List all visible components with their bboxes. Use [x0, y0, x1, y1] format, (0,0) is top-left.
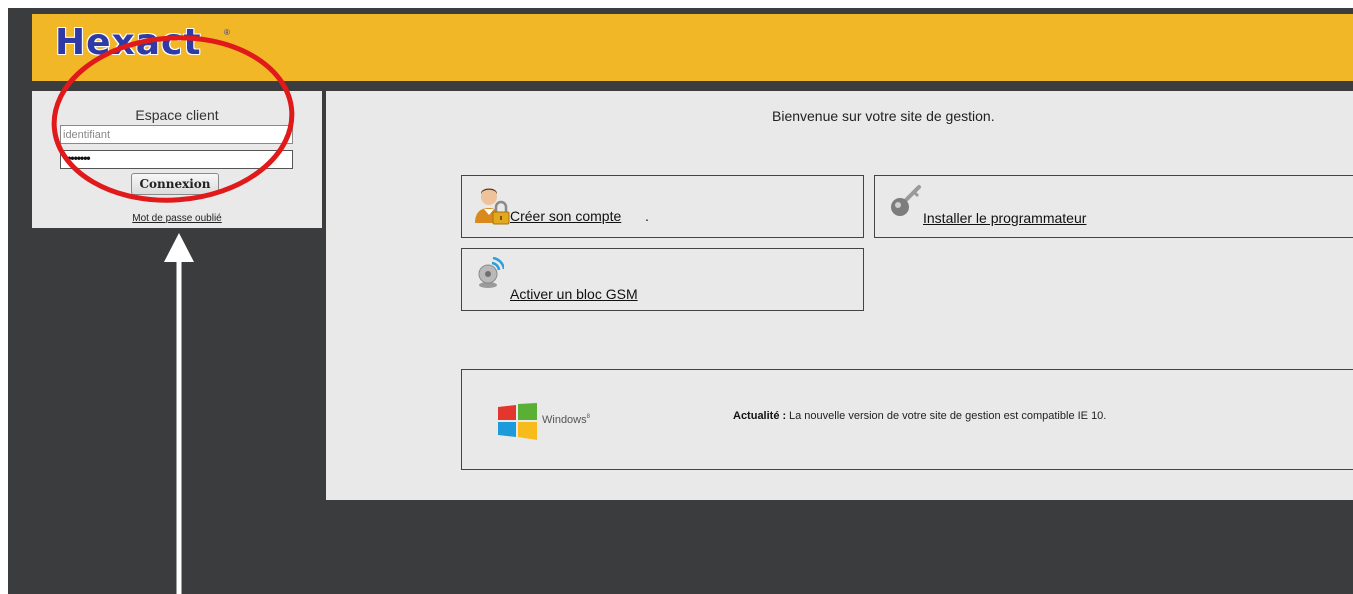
news-text: La nouvelle version de votre site de ges…: [789, 410, 1107, 422]
username-input[interactable]: [60, 125, 293, 144]
news-box: Windows8 Actualité : La nouvelle version…: [461, 369, 1353, 470]
login-button[interactable]: Connexion: [131, 173, 219, 195]
site-header: [32, 14, 1353, 81]
key-icon: [891, 185, 921, 216]
gsm-signal-icon: [478, 257, 504, 288]
windows-version: 8: [586, 414, 590, 420]
windows8-logo-text: Windows8: [542, 414, 590, 426]
create-account-link[interactable]: Créer son compte: [510, 208, 621, 224]
main-panel: Bienvenue sur votre site de gestion. Cré…: [326, 91, 1353, 500]
user-lock-icon: [475, 188, 510, 225]
create-account-box[interactable]: Créer son compte.: [461, 175, 864, 238]
login-title: Espace client: [135, 107, 219, 123]
create-account-label: Créer son compte: [510, 208, 622, 224]
password-input[interactable]: [60, 150, 293, 169]
windows8-logo-icon: [498, 403, 537, 440]
news-label: Actualité :: [733, 410, 787, 422]
welcome-message: Bienvenue sur votre site de gestion.: [772, 108, 995, 124]
activate-gsm-box[interactable]: Activer un bloc GSM: [461, 248, 864, 311]
install-programmer-link[interactable]: Installer le programmateur: [923, 210, 1086, 226]
create-account-suffix: .: [645, 208, 649, 224]
activate-gsm-link[interactable]: Activer un bloc GSM: [510, 286, 638, 302]
install-programmer-box[interactable]: Installer le programmateur: [874, 175, 1353, 238]
logo-registered-mark: ®: [224, 28, 230, 37]
hexact-logo[interactable]: Hexact: [55, 22, 202, 63]
windows-word: Windows: [542, 414, 587, 426]
forgot-password-link[interactable]: Mot de passe oublié: [32, 213, 322, 224]
login-panel: Espace client •••••••• Connexion Mot de …: [32, 91, 322, 228]
